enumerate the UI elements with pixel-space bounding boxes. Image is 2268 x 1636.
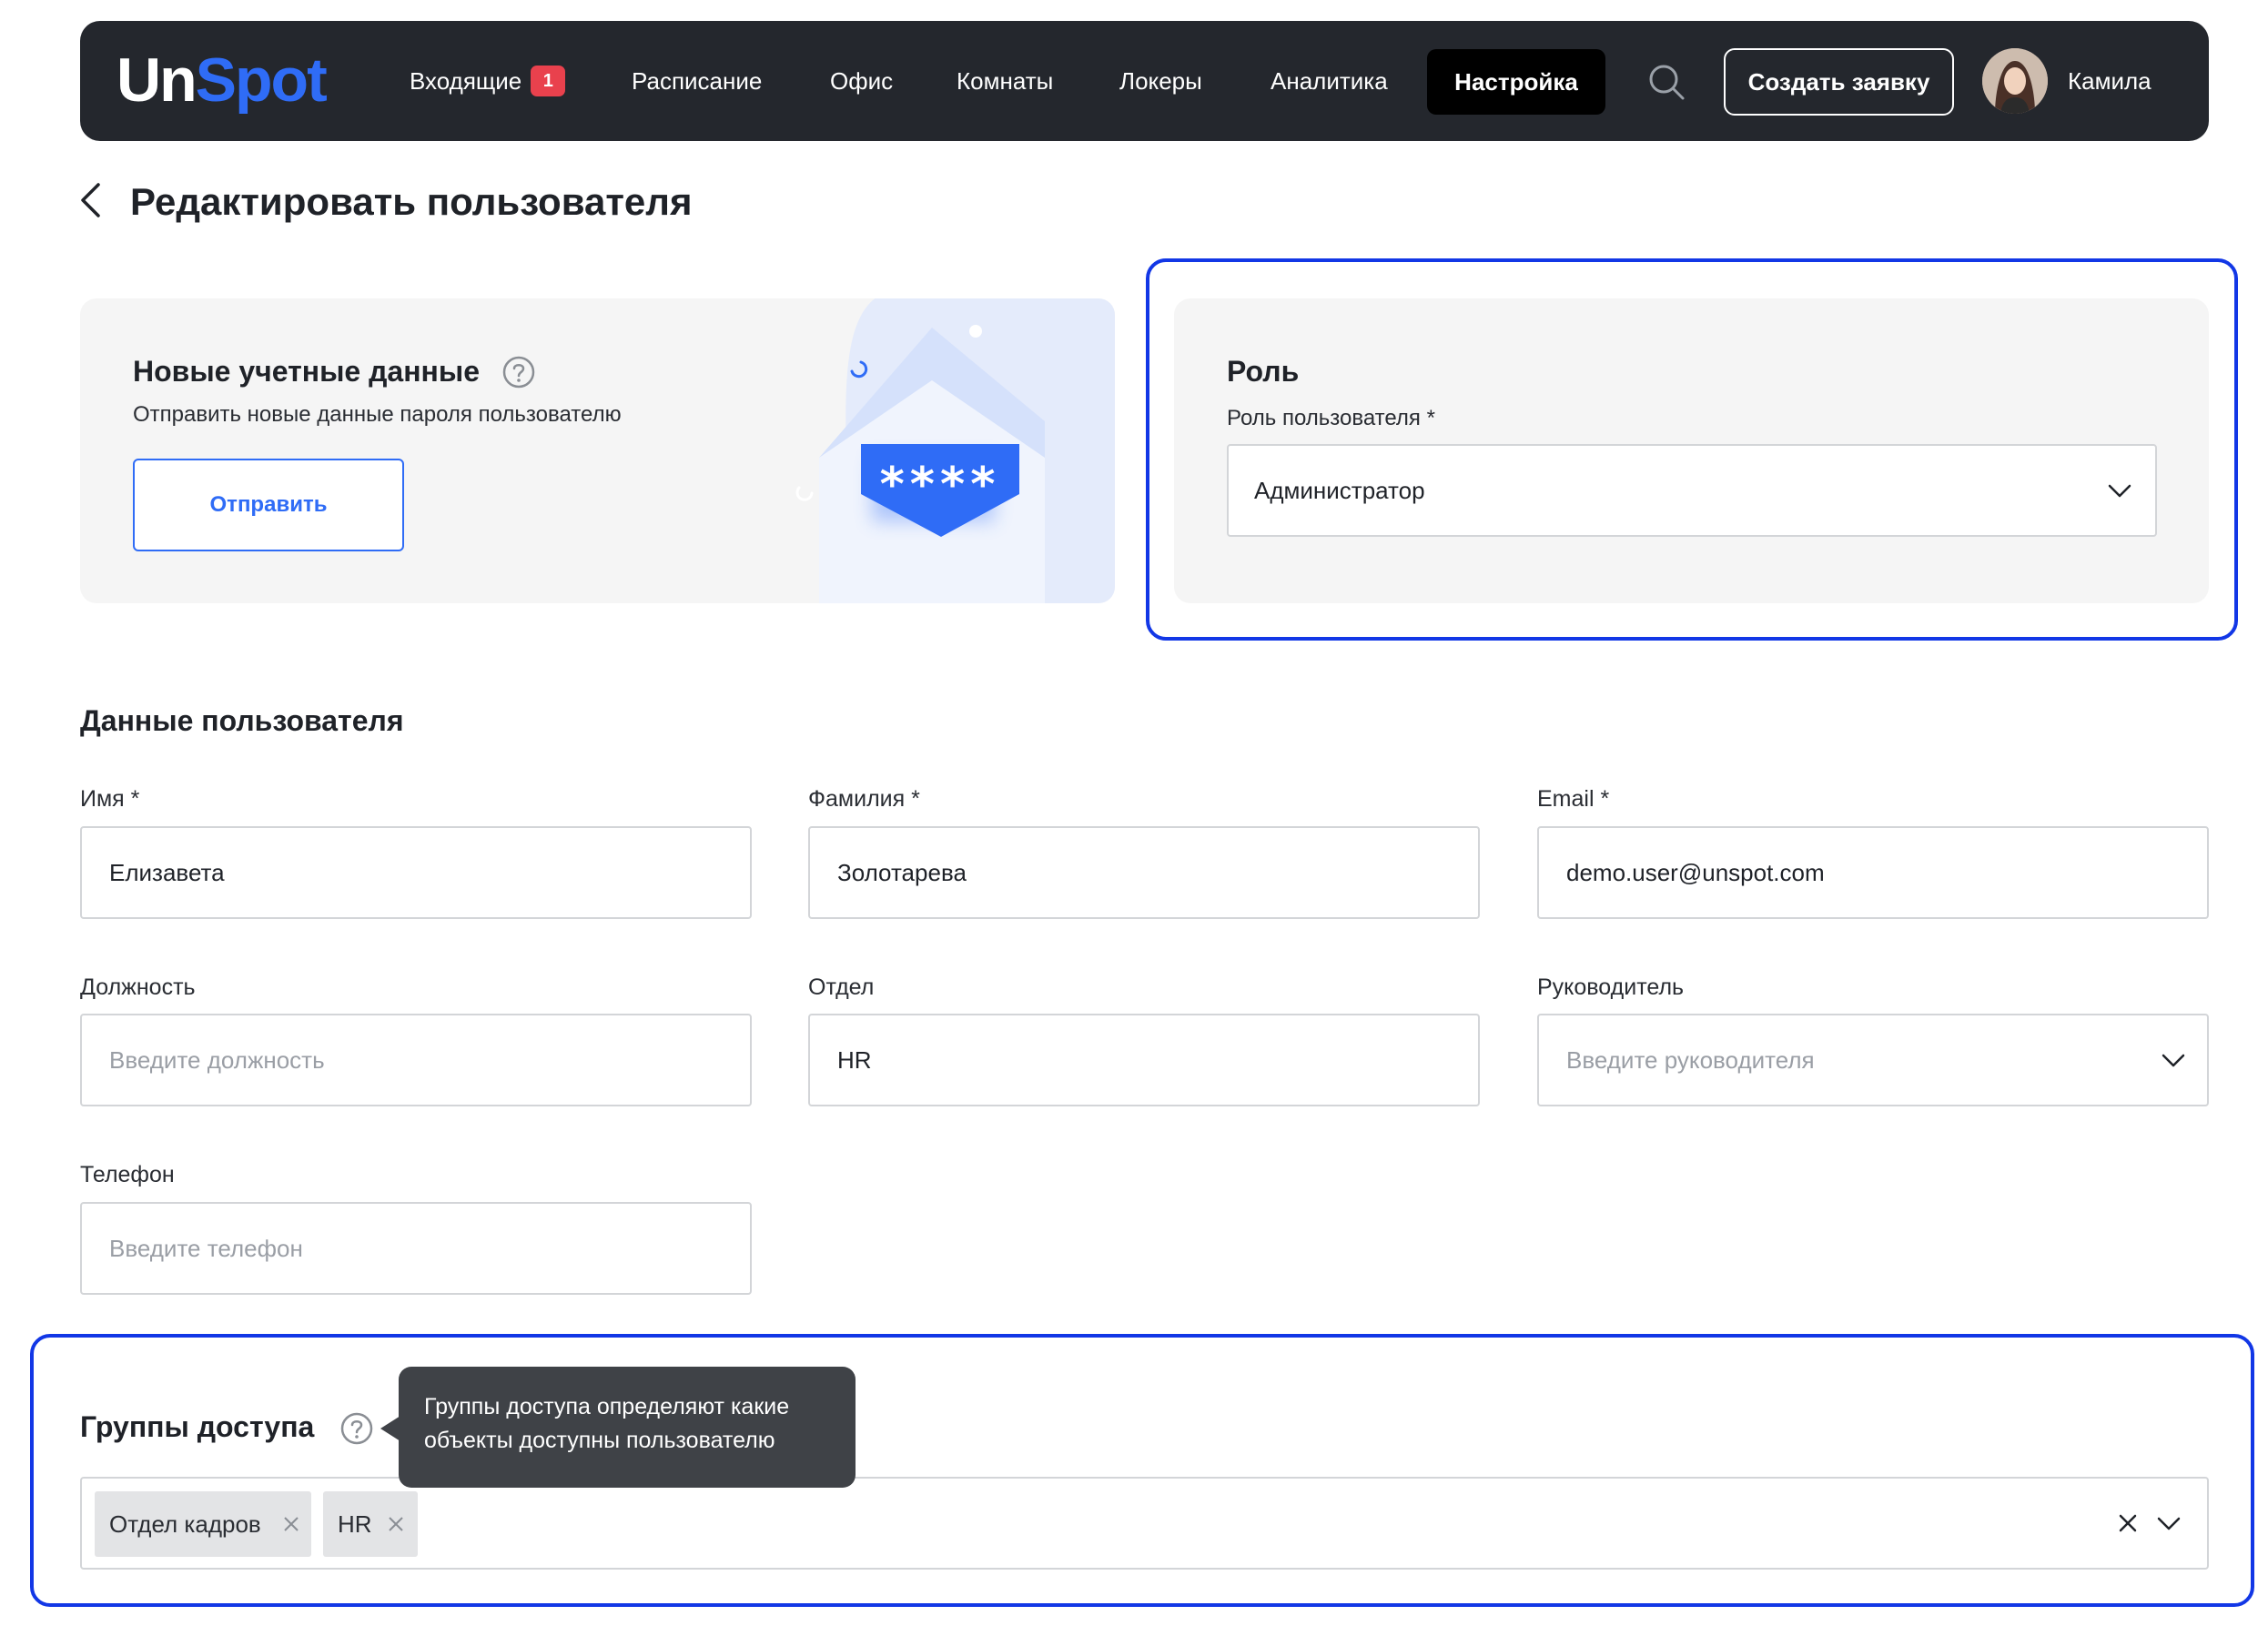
chevron-down-icon <box>2108 484 2131 498</box>
manager-label: Руководитель <box>1537 975 1685 1000</box>
credentials-help-icon[interactable] <box>501 355 536 389</box>
department-value: HR <box>837 1046 872 1074</box>
last-name-label: Фамилия * <box>808 786 920 812</box>
tooltip-arrow <box>380 1416 400 1441</box>
chevron-down-icon[interactable] <box>2157 1517 2181 1531</box>
role-title: Роль <box>1227 355 1300 388</box>
access-groups-title: Группы доступа <box>80 1410 315 1443</box>
back-arrow-icon[interactable] <box>78 182 102 218</box>
department-field[interactable]: HR <box>808 1014 1480 1106</box>
user-data-section-title: Данные пользователя <box>80 704 404 737</box>
access-group-tag-label: Отдел кадров <box>109 1510 261 1538</box>
phone-field[interactable]: Введите телефон <box>80 1202 752 1295</box>
access-groups-help-icon[interactable] <box>339 1411 374 1446</box>
remove-tag-icon[interactable] <box>387 1515 405 1533</box>
manager-select[interactable]: Введите руководителя <box>1537 1014 2209 1106</box>
nav-item-office[interactable]: Офис <box>830 21 893 141</box>
unspot-logo[interactable]: UnSpot <box>116 41 328 119</box>
credentials-subtitle: Отправить новые данные пароля пользовате… <box>133 402 622 427</box>
first-name-value: Елизавета <box>109 859 225 886</box>
position-placeholder: Введите должность <box>109 1046 325 1074</box>
clear-all-icon[interactable] <box>2118 1513 2138 1533</box>
last-name-field[interactable]: Золотарева <box>808 826 1480 919</box>
new-credentials-card: Новые учетные данные Отправить новые дан… <box>80 298 1115 603</box>
chevron-down-icon <box>2162 1054 2185 1067</box>
top-navigation-bar: UnSpot Входящие 1 Расписание Офис Комнаты… <box>80 21 2209 141</box>
remove-tag-icon[interactable] <box>282 1515 300 1533</box>
page-title: Редактировать пользователя <box>130 180 693 223</box>
access-group-tag: Отдел кадров <box>95 1491 311 1557</box>
phone-placeholder: Введите телефон <box>109 1235 303 1262</box>
search-icon[interactable] <box>1647 63 1686 101</box>
role-select-value: Администратор <box>1254 477 1425 504</box>
user-avatar[interactable] <box>1982 48 2048 114</box>
access-groups-multiselect[interactable]: Отдел кадров HR <box>80 1477 2209 1570</box>
first-name-label: Имя * <box>80 786 140 812</box>
role-select[interactable]: Администратор <box>1227 444 2157 537</box>
email-value: demo.user@unspot.com <box>1566 859 1825 886</box>
inbox-count-badge: 1 <box>531 66 566 97</box>
role-field-label: Роль пользователя * <box>1227 406 1435 430</box>
user-name-label[interactable]: Камила <box>2068 21 2152 141</box>
position-field[interactable]: Введите должность <box>80 1014 752 1106</box>
nav-item-lockers[interactable]: Локеры <box>1119 21 1202 141</box>
nav-item-analytics[interactable]: Аналитика <box>1271 21 1388 141</box>
department-label: Отдел <box>808 975 875 1000</box>
nav-item-inbox[interactable]: Входящие 1 <box>410 21 566 141</box>
email-label: Email * <box>1537 786 1610 812</box>
avatar-photo-icon <box>1982 48 2048 114</box>
password-mask-text: **** <box>880 458 1001 512</box>
nav-item-settings[interactable]: Настройка <box>1427 49 1605 115</box>
access-group-tag-label: HR <box>338 1510 372 1538</box>
access-groups-tooltip: Группы доступа определяют какие объекты … <box>399 1367 856 1488</box>
access-group-tag: HR <box>323 1491 418 1557</box>
logo-text-un: Un <box>116 45 197 115</box>
envelope-password-illustration: **** <box>795 298 1115 603</box>
send-credentials-button[interactable]: Отправить <box>133 459 404 551</box>
nav-item-schedule[interactable]: Расписание <box>632 21 762 141</box>
manager-placeholder: Введите руководителя <box>1566 1046 1815 1074</box>
logo-text-spot: Spot <box>195 45 328 115</box>
last-name-value: Золотарева <box>837 859 967 886</box>
email-field[interactable]: demo.user@unspot.com <box>1537 826 2209 919</box>
position-label: Должность <box>80 975 196 1000</box>
credentials-title: Новые учетные данные <box>133 355 480 388</box>
nav-item-rooms[interactable]: Комнаты <box>957 21 1053 141</box>
role-card: Роль Роль пользователя * Администратор <box>1174 298 2209 603</box>
phone-label: Телефон <box>80 1162 175 1187</box>
create-request-button[interactable]: Создать заявку <box>1724 48 1954 116</box>
nav-inbox-label: Входящие <box>410 67 522 95</box>
first-name-field[interactable]: Елизавета <box>80 826 752 919</box>
